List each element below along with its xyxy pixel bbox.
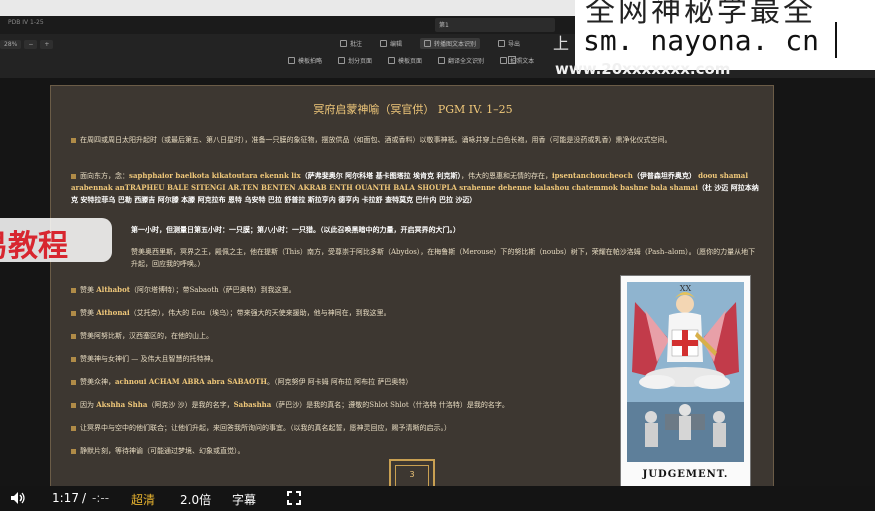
split-icon: [338, 57, 346, 64]
volume-icon[interactable]: [10, 491, 26, 505]
bullet-icon: [71, 137, 76, 143]
bullet-icon: [71, 310, 76, 316]
subtitles-button[interactable]: 字幕: [232, 491, 256, 508]
paragraph-7: 赞美阿努比斯，汉西塞区的，在他的山上。: [71, 330, 611, 342]
zoom-value[interactable]: 28%: [0, 39, 22, 49]
card-numeral: XX: [679, 284, 692, 293]
card-caption: JUDGEMENT.: [642, 469, 729, 480]
zoom-out-button[interactable]: −: [24, 39, 38, 49]
bullet-icon: [71, 425, 76, 431]
annotate-button[interactable]: 批注: [340, 38, 362, 49]
paragraph-4: 赞美奥西里斯，冥界之王，殿佩之主，他在提斯（This）南方，受尊崇于阿比多斯（A…: [131, 248, 756, 268]
paragraph-5: 赞美 Althabot（阿尔塔博特）；带Sabaoth（萨巴奥特）到我这里。: [71, 284, 611, 296]
tarot-illustration: [627, 282, 744, 462]
translate-button[interactable]: 翻译全文识别: [438, 56, 484, 65]
template-page-button[interactable]: 模板页面: [388, 56, 422, 65]
photo-text-button[interactable]: 拍照文本: [500, 56, 534, 65]
quality-button[interactable]: 超清: [131, 491, 155, 508]
fullscreen-icon[interactable]: [287, 491, 301, 505]
bullet-icon: [71, 287, 76, 293]
paragraph-2: 面向东方，念：saphphaior baelkota kikatoutara e…: [71, 171, 759, 204]
bullet-icon: [71, 448, 76, 454]
watermark-url: www.20xxxxxxx.com: [555, 60, 731, 78]
bullet-icon: [71, 356, 76, 362]
zoom-in-button[interactable]: +: [40, 39, 54, 49]
toolbar-row-2: 模板拍略 划分页面 模板页面 翻译全文识别 拍照文本: [288, 56, 534, 65]
text-cursor: [835, 22, 837, 58]
translate-icon: [438, 57, 446, 64]
paragraph-8: 赞美神与女神们 — 及伟大且智慧的托特神。: [71, 353, 611, 365]
paragraph-10: 因为 Akshha Shha（阿克沙 沙）是我的名字，Sabashha（萨巴沙）…: [71, 399, 611, 411]
document-tab[interactable]: 第1: [435, 18, 555, 32]
bullet-icon: [71, 379, 76, 385]
camera-icon: [500, 57, 508, 64]
edit-icon: [380, 40, 388, 47]
duration: -:--: [92, 491, 110, 505]
ocr-button[interactable]: 转播图文本识别: [420, 38, 481, 49]
annotate-icon: [340, 40, 347, 47]
bullet-icon: [71, 402, 76, 408]
playback-speed-button[interactable]: 2.0倍: [180, 491, 211, 508]
page-icon: [388, 57, 396, 64]
bullet-icon: [71, 173, 76, 179]
template-icon: [288, 57, 295, 64]
paragraph-3: 第一小时，但测量日第五小时：一只膜；第八小时：一只猎。（以此召唤黑暗中的力量，开…: [131, 225, 460, 234]
template-button[interactable]: 模板拍略: [288, 56, 322, 65]
split-page-button[interactable]: 划分页面: [338, 56, 372, 65]
paragraph-9: 赞美众神，achnoui ACHAM ABRA abra SABAOTH。（阿克…: [71, 376, 611, 388]
watermark-left-badge: 易教程: [0, 218, 112, 262]
export-button[interactable]: 导出: [498, 38, 520, 49]
watermark-line-2: sm. nayona. cn: [583, 24, 820, 57]
paragraph-6: 赞美 Aithonai（艾托奈），伟大的 Eou（埃乌）；带来强大的天使来援助，…: [71, 307, 611, 319]
tarot-card-art: XX: [627, 282, 744, 462]
slide-title: 冥府启蒙神喻（冥官供） PGM IV. 1–25: [313, 103, 513, 116]
ocr-icon: [424, 40, 432, 47]
tarot-card-judgement: XX JUDGEMENT.: [620, 275, 751, 489]
export-icon: [498, 40, 506, 47]
side-glyph: 上: [553, 34, 570, 53]
paragraph-11: 让冥界中与空中的他们联合；让他们升起，来回答我所询问的事宜。（以我的真名起誓，愿…: [71, 422, 611, 434]
window-title: PDB IV 1-25: [8, 19, 44, 26]
video-control-bar: 1:17 / -:-- 超清 2.0倍 字幕: [0, 486, 875, 511]
fullscreen-view-icon[interactable]: [508, 56, 516, 64]
current-time: 1:17: [52, 491, 79, 505]
zoom-control: 28% − +: [0, 38, 54, 50]
paragraph-12: 静默片刻，等待神谕（可能通过梦境、幻象或直觉）。: [71, 445, 611, 457]
paragraph-1: 在周四或周日太阳升起时（或最后第五、第八日星时），准备一只膜的象征物，摆放供品（…: [71, 134, 761, 146]
time-separator: /: [82, 491, 87, 505]
toolbar-row-1: 批注 编辑 转播图文本识别 导出: [340, 38, 520, 49]
edit-button[interactable]: 编辑: [380, 38, 402, 49]
bullet-icon: [71, 333, 76, 339]
